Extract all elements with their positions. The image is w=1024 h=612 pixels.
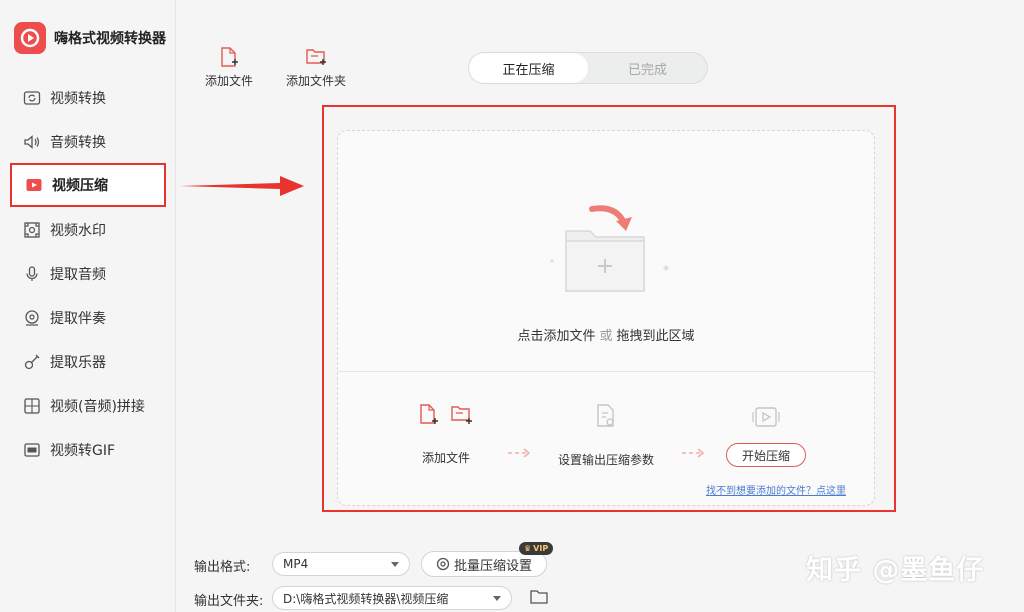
output-folder-value: D:\嗨格式视频转换器\视频压缩 — [283, 591, 449, 606]
callout-arrow-icon — [180, 176, 304, 196]
status-tabs: 正在压缩 已完成 — [468, 52, 708, 84]
output-folder-label: 输出文件夹: — [194, 594, 264, 609]
sidebar-item-label: 视频转换 — [50, 91, 106, 107]
chevron-down-icon — [493, 596, 501, 601]
output-format-value: MP4 — [283, 557, 309, 571]
step-add-file: 添加文件 — [418, 403, 474, 466]
video-watermark-icon — [22, 220, 42, 240]
step-arrow-icon — [508, 448, 531, 458]
output-format-label: 输出格式: — [194, 560, 251, 575]
step-add-folder-icon — [451, 406, 472, 424]
output-format-select[interactable]: MP4 — [272, 552, 410, 576]
sidebar-item-label: 视频水印 — [50, 223, 106, 239]
add-file-label: 添加文件 — [205, 74, 254, 88]
extract-accompaniment-icon — [22, 308, 42, 328]
sidebar-item-merge[interactable]: 视频(音频)拼接 — [10, 384, 166, 428]
step-settings-label: 设置输出压缩参数 — [558, 453, 655, 467]
help-link[interactable]: 找不到想要添加的文件？点这里 — [706, 482, 846, 497]
sidebar: 嗨格式视频转换器 视频转换 音频转换 视频压缩 视频水印 提取音频 提取伴奏 提… — [0, 0, 176, 612]
audio-convert-icon — [22, 132, 42, 152]
step-add-file-label: 添加文件 — [421, 451, 470, 465]
vip-badge: ♛ VIP — [519, 542, 554, 555]
video-convert-icon — [22, 88, 42, 108]
drop-hint-drag: 拖拽到此区域 — [616, 329, 695, 344]
sidebar-item-extract-audio[interactable]: 提取音频 — [10, 252, 166, 296]
add-file-icon — [221, 47, 238, 67]
step-settings: 设置输出压缩参数 — [558, 403, 654, 468]
gif-icon — [22, 440, 42, 460]
add-folder-icon — [306, 49, 326, 65]
drop-hint-or: 或 — [599, 329, 613, 344]
settings-doc-icon — [597, 404, 614, 427]
app-logo-icon — [14, 22, 46, 54]
sidebar-item-audio-convert[interactable]: 音频转换 — [10, 120, 166, 164]
step-add-file-icon — [420, 404, 438, 424]
output-folder-select[interactable]: D:\嗨格式视频转换器\视频压缩 — [272, 586, 512, 610]
add-file-button[interactable]: 添加文件 — [205, 46, 253, 89]
merge-icon — [22, 396, 42, 416]
sidebar-item-label: 视频转GIF — [50, 443, 116, 459]
sidebar-item-label: 视频压缩 — [52, 178, 108, 194]
watermark-text: 知乎 @墨鱼仔 — [806, 555, 985, 586]
sidebar-item-video-convert[interactable]: 视频转换 — [10, 76, 166, 120]
drop-hint: 点击添加文件或拖拽到此区域 — [338, 325, 874, 344]
crown-icon: ♛ — [524, 544, 532, 553]
sidebar-item-video-watermark[interactable]: 视频水印 — [10, 208, 166, 252]
drop-hint-click: 点击添加文件 — [517, 329, 596, 344]
app-logo: 嗨格式视频转换器 — [14, 22, 166, 54]
sidebar-item-extract-accompaniment[interactable]: 提取伴奏 — [10, 296, 166, 340]
sidebar-item-extract-instrument[interactable]: 提取乐器 — [10, 340, 166, 384]
video-play-icon — [752, 407, 780, 427]
video-compress-icon — [24, 175, 44, 195]
settings-icon — [436, 557, 450, 571]
sidebar-item-label: 视频(音频)拼接 — [50, 399, 145, 415]
sidebar-item-gif[interactable]: 视频转GIF — [10, 428, 166, 472]
chevron-down-icon — [391, 562, 399, 567]
step-arrow-icon — [682, 448, 705, 458]
batch-compress-label: 批量压缩设置 — [453, 558, 532, 574]
vip-badge-text: VIP — [533, 544, 549, 553]
extract-audio-icon — [22, 264, 42, 284]
add-folder-label: 添加文件夹 — [286, 74, 347, 88]
sidebar-item-label: 提取乐器 — [50, 355, 106, 371]
drop-zone[interactable]: 点击添加文件或拖拽到此区域 添加文件 设置输出压缩参数 开始压缩 找不到想要添加… — [337, 130, 875, 506]
tab-compressing[interactable]: 正在压缩 — [469, 53, 588, 83]
sidebar-item-video-compress[interactable]: 视频压缩 — [10, 163, 166, 207]
sidebar-item-label: 提取音频 — [50, 267, 106, 283]
open-folder-icon[interactable] — [530, 589, 548, 605]
add-folder-illustration-icon — [550, 205, 669, 292]
start-compress-button[interactable]: 开始压缩 — [726, 443, 806, 467]
tab-completed[interactable]: 已完成 — [588, 53, 707, 83]
sidebar-item-label: 提取伴奏 — [50, 311, 106, 327]
app-title: 嗨格式视频转换器 — [54, 31, 166, 47]
sidebar-item-label: 音频转换 — [50, 135, 106, 151]
extract-instrument-icon — [22, 352, 42, 372]
add-folder-button[interactable]: 添加文件夹 — [286, 46, 346, 89]
drop-divider — [338, 371, 874, 372]
